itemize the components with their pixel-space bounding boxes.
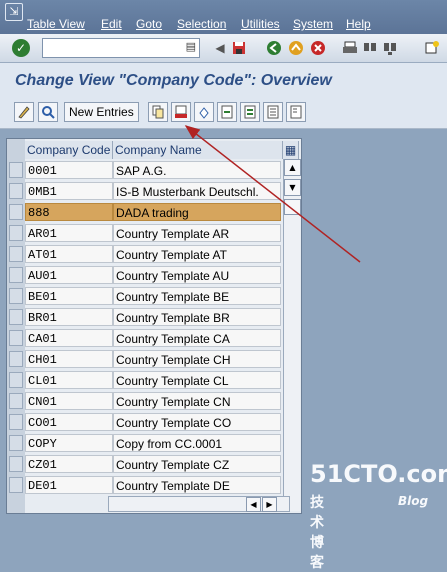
annotation-arrow (184, 125, 361, 263)
watermark-line1: 51CTO.com (310, 460, 447, 488)
watermark-line3: Blog (398, 494, 429, 508)
watermark-line2: 技术博客 (310, 495, 324, 571)
